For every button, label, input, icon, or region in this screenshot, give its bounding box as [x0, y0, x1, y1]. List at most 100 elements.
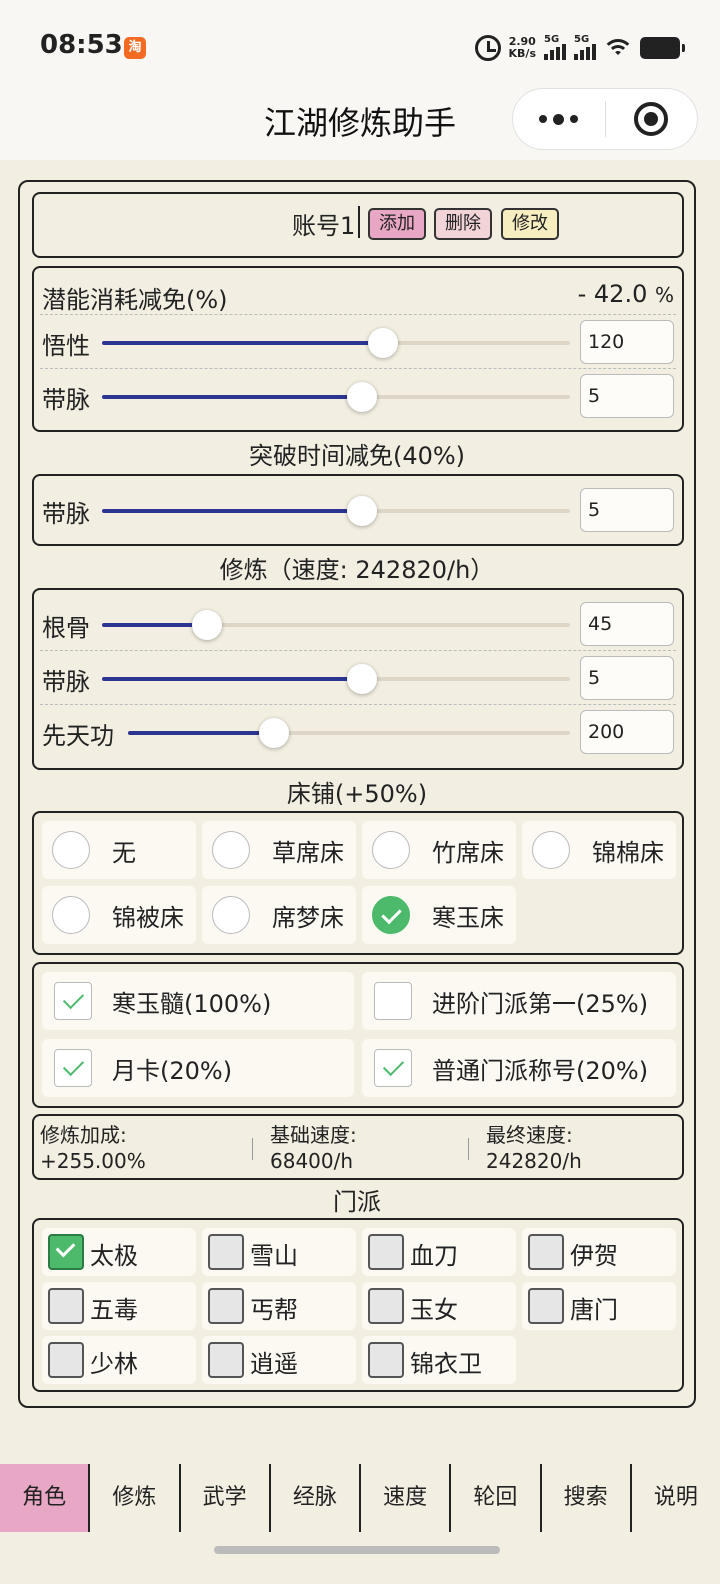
gengu-label: 根骨 — [42, 614, 90, 642]
slider-thumb[interactable] — [346, 382, 377, 412]
checkbox-checked-icon[interactable] — [54, 1049, 92, 1087]
radio-icon[interactable] — [212, 831, 250, 869]
bonus-option[interactable]: 寒玉髓(100%) — [42, 972, 354, 1030]
sect-option[interactable]: 丐帮 — [202, 1282, 356, 1330]
tab-help[interactable]: 说明 — [632, 1464, 720, 1532]
bed-option[interactable]: 草席床 — [202, 821, 356, 879]
radio-icon[interactable] — [212, 896, 250, 934]
checkbox-checked-icon[interactable] — [374, 1049, 412, 1087]
account-name[interactable]: 账号1 — [292, 206, 355, 241]
slider-thumb[interactable] — [258, 718, 289, 748]
wuxing-slider[interactable] — [102, 328, 570, 358]
home-indicator[interactable] — [214, 1546, 500, 1554]
summary-box: 修炼加成: +255.00% 基础速度: 68400/h 最终速度: 242820/h — [32, 1114, 684, 1180]
bed-option[interactable]: 无 — [42, 821, 196, 879]
bonus-option[interactable]: 普通门派称号(20%) — [362, 1039, 676, 1097]
breakthrough-daimai-input[interactable]: 5 — [580, 488, 674, 532]
cultivation-title: 修炼（速度: 242820/h） — [219, 556, 495, 584]
bed-option[interactable]: 竹席床 — [362, 821, 516, 879]
slider-thumb[interactable] — [192, 610, 223, 640]
checkbox-icon[interactable] — [368, 1288, 404, 1324]
breakthrough-box: 带脉 5 — [32, 474, 684, 546]
miniprogram-capsule — [512, 88, 698, 150]
cultivation-box: 根骨 45 带脉 5 先天功 200 — [32, 588, 684, 770]
sect-option[interactable]: 伊贺 — [522, 1228, 676, 1276]
text-cursor — [358, 206, 360, 238]
slider-thumb[interactable] — [346, 664, 377, 694]
bed-option[interactable]: 寒玉床 — [362, 886, 516, 944]
tab-reincarnation[interactable]: 轮回 — [451, 1464, 542, 1532]
sect-option[interactable]: 太极 — [42, 1228, 196, 1276]
potential-label: 潜能消耗减免(%) — [42, 286, 228, 314]
tab-search[interactable]: 搜索 — [542, 1464, 632, 1532]
checkbox-icon[interactable] — [528, 1288, 564, 1324]
checkbox-icon[interactable] — [208, 1342, 244, 1378]
xiantiangong-slider[interactable] — [128, 718, 570, 748]
daimai-slider[interactable] — [102, 382, 570, 412]
bonus-summary: 修炼加成: +255.00% — [40, 1123, 146, 1173]
bonus-option[interactable]: 进阶门派第一(25%) — [362, 972, 676, 1030]
bonus-box: 寒玉髓(100%) 进阶门派第一(25%) 月卡(20%) 普通门派称号(20%… — [32, 962, 684, 1108]
wifi-icon — [604, 37, 632, 59]
bed-option[interactable]: 锦被床 — [42, 886, 196, 944]
signal-icon: 5G — [544, 34, 566, 60]
signal-icon-2: 5G — [574, 34, 596, 60]
tab-speed[interactable]: 速度 — [361, 1464, 452, 1532]
breakthrough-daimai-slider[interactable] — [102, 496, 570, 526]
edit-account-button[interactable]: 修改 — [501, 208, 559, 240]
gengu-slider[interactable] — [102, 610, 570, 640]
checkbox-checked-icon[interactable] — [48, 1234, 84, 1270]
sect-option[interactable]: 锦衣卫 — [362, 1336, 516, 1384]
wuxing-label: 悟性 — [42, 332, 90, 360]
gengu-input[interactable]: 45 — [580, 602, 674, 646]
bottom-tab-bar: 角色 修炼 武学 经脉 速度 轮回 搜索 说明 — [0, 1464, 720, 1532]
bed-option[interactable]: 席梦床 — [202, 886, 356, 944]
daimai-label: 带脉 — [42, 386, 90, 414]
potential-box: 潜能消耗减免(%) - 42.0 % 悟性 120 带脉 5 — [32, 266, 684, 432]
tab-cultivation[interactable]: 修炼 — [90, 1464, 181, 1532]
radio-icon[interactable] — [52, 831, 90, 869]
sect-option[interactable]: 玉女 — [362, 1282, 516, 1330]
slider-thumb[interactable] — [346, 496, 377, 526]
daimai-input[interactable]: 5 — [580, 374, 674, 418]
radio-icon[interactable] — [532, 831, 570, 869]
checkbox-icon[interactable] — [374, 982, 412, 1020]
cultivation-daimai-input[interactable]: 5 — [580, 656, 674, 700]
radio-icon[interactable] — [372, 831, 410, 869]
tab-role[interactable]: 角色 — [0, 1464, 91, 1532]
radio-icon[interactable] — [52, 896, 90, 934]
tab-meridians[interactable]: 经脉 — [271, 1464, 361, 1532]
checkbox-icon[interactable] — [368, 1342, 404, 1378]
tab-martial-arts[interactable]: 武学 — [181, 1464, 271, 1532]
checkbox-icon[interactable] — [48, 1288, 84, 1324]
checkbox-icon[interactable] — [48, 1342, 84, 1378]
checkbox-icon[interactable] — [208, 1288, 244, 1324]
sect-option[interactable]: 唐门 — [522, 1282, 676, 1330]
sect-option[interactable]: 五毒 — [42, 1282, 196, 1330]
bed-title: 床铺(+50%) — [286, 780, 428, 808]
sect-option[interactable]: 逍遥 — [202, 1336, 356, 1384]
add-account-button[interactable]: 添加 — [368, 208, 426, 240]
xiantiangong-label: 先天功 — [42, 722, 114, 750]
main-panel: 账号1 添加 删除 修改 潜能消耗减免(%) - 42.0 % 悟性 120 带… — [18, 180, 696, 1408]
sect-option[interactable]: 血刀 — [362, 1228, 516, 1276]
xiantiangong-input[interactable]: 200 — [580, 710, 674, 754]
radio-checked-icon[interactable] — [372, 896, 410, 934]
base-speed-summary: 基础速度: 68400/h — [270, 1123, 357, 1173]
checkbox-icon[interactable] — [208, 1234, 244, 1270]
checkbox-icon[interactable] — [368, 1234, 404, 1270]
cultivation-daimai-slider[interactable] — [102, 664, 570, 694]
wuxing-input[interactable]: 120 — [580, 320, 674, 364]
checkbox-icon[interactable] — [528, 1234, 564, 1270]
sect-option[interactable]: 雪山 — [202, 1228, 356, 1276]
close-miniprogram-icon[interactable] — [606, 89, 698, 149]
cultivation-daimai-label: 带脉 — [42, 668, 90, 696]
slider-thumb[interactable] — [367, 328, 398, 358]
bonus-option[interactable]: 月卡(20%) — [42, 1039, 354, 1097]
sect-title: 门派 — [333, 1188, 381, 1216]
more-icon[interactable] — [513, 89, 605, 149]
sect-option[interactable]: 少林 — [42, 1336, 196, 1384]
checkbox-checked-icon[interactable] — [54, 982, 92, 1020]
bed-option[interactable]: 锦棉床 — [522, 821, 676, 879]
delete-account-button[interactable]: 删除 — [434, 208, 492, 240]
